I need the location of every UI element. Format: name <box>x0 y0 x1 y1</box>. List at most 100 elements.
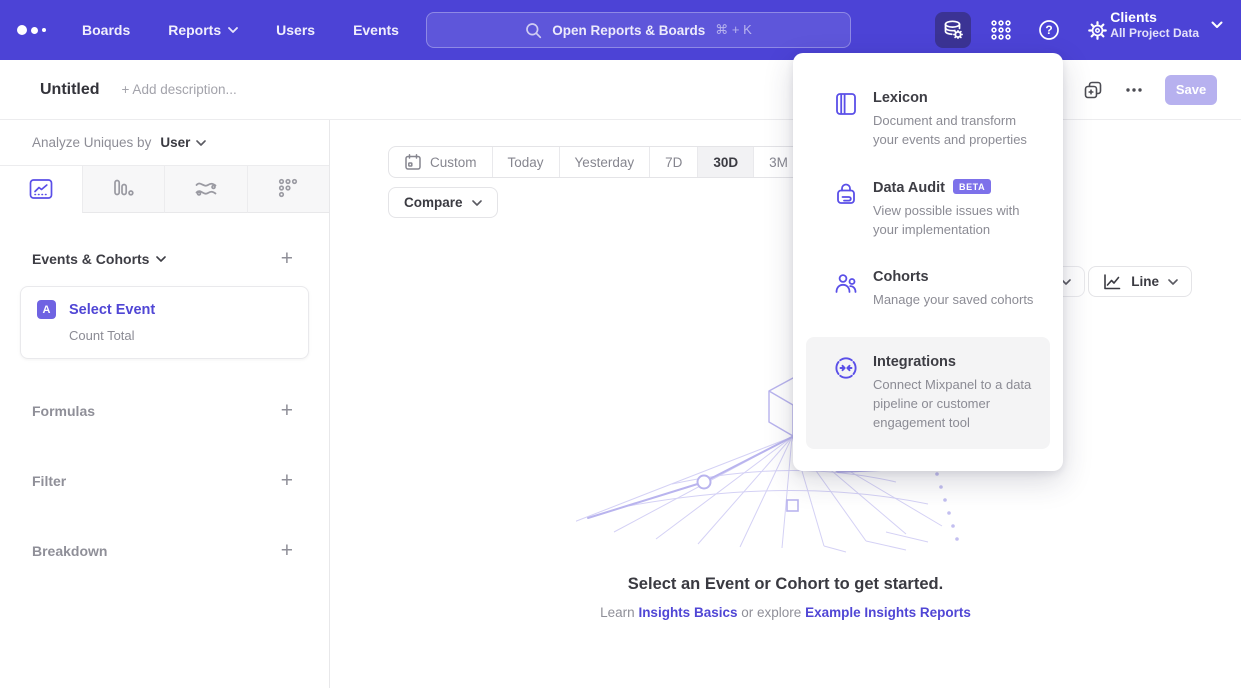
menu-item-lexicon[interactable]: Lexicon Document and transform your even… <box>793 87 1063 150</box>
report-actions: Save <box>1083 75 1217 105</box>
line-chart-icon <box>1102 273 1122 291</box>
data-audit-description: View possible issues with your implement… <box>873 202 1037 240</box>
add-event-button[interactable]: + <box>281 248 293 269</box>
data-management-dropdown: Lexicon Document and transform your even… <box>793 53 1063 471</box>
project-name: All Project Data <box>1110 26 1199 42</box>
duplicate-report-button[interactable] <box>1083 80 1103 100</box>
insights-basics-link[interactable]: Insights Basics <box>638 605 737 620</box>
org-name: Clients <box>1110 8 1199 26</box>
nav-boards-label: Boards <box>82 22 130 38</box>
nav-users-label: Users <box>276 22 315 38</box>
breakdown-label: Breakdown <box>32 543 107 559</box>
data-management-button[interactable] <box>935 12 971 48</box>
compare-button[interactable]: Compare <box>388 187 498 218</box>
data-audit-icon <box>833 179 859 240</box>
add-description-field[interactable]: + Add description... <box>122 82 237 97</box>
search-icon <box>525 22 542 39</box>
filter-label: Filter <box>32 473 66 489</box>
nav-events[interactable]: Events <box>353 22 399 38</box>
chevron-down-icon <box>1168 279 1178 285</box>
events-cohorts-header[interactable]: Events & Cohorts + <box>0 248 329 269</box>
help-button[interactable]: ? <box>1031 12 1067 48</box>
nav-reports-label: Reports <box>168 22 221 38</box>
flow-tab-icon <box>193 177 219 201</box>
menu-item-integrations[interactable]: Integrations Connect Mixpanel to a data … <box>806 337 1050 449</box>
nav-reports[interactable]: Reports <box>168 22 238 38</box>
analyze-label: Analyze Uniques by <box>32 135 151 150</box>
project-selector[interactable]: Clients All Project Data <box>1110 8 1223 42</box>
or-explore-text: or explore <box>741 605 801 620</box>
count-total-selector[interactable]: Count Total <box>69 328 292 343</box>
gear-icon <box>1086 19 1109 42</box>
database-gear-icon <box>941 18 965 42</box>
cohorts-title: Cohorts <box>873 269 929 285</box>
nav-events-label: Events <box>353 22 399 38</box>
integrations-icon <box>833 353 859 433</box>
data-audit-title: Data Audit <box>873 180 945 196</box>
visualization-tabs <box>0 166 329 213</box>
nav-boards[interactable]: Boards <box>82 22 130 38</box>
search-placeholder: Open Reports & Boards <box>552 23 705 38</box>
lexicon-icon <box>833 89 859 150</box>
date-range-yesterday[interactable]: Yesterday <box>559 147 650 177</box>
add-formula-button[interactable]: + <box>281 400 293 421</box>
breakdown-section: Breakdown + <box>0 532 329 569</box>
filter-section: Filter + <box>0 462 329 499</box>
date-range-yesterday-label: Yesterday <box>575 155 635 170</box>
main-nav: Boards Reports Users Events <box>82 22 399 38</box>
add-filter-button[interactable]: + <box>281 470 293 491</box>
event-card[interactable]: A Select Event Count Total <box>20 286 309 359</box>
events-cohorts-label: Events & Cohorts <box>32 251 149 267</box>
report-title[interactable]: Untitled <box>40 81 100 99</box>
formulas-label: Formulas <box>32 403 95 419</box>
bar-chart-tab-icon <box>111 177 135 201</box>
formulas-section: Formulas + <box>0 392 329 429</box>
metric-tab-icon <box>276 177 300 201</box>
grid-icon <box>990 19 1012 41</box>
date-range-7d[interactable]: 7D <box>649 147 697 177</box>
tab-bar-chart[interactable] <box>82 166 165 213</box>
top-navigation-bar: Boards Reports Users Events Open Reports… <box>0 0 1241 60</box>
date-toolbar: Custom Today Yesterday 7D 30D 3M 6M Comp… <box>330 120 1241 218</box>
chevron-down-icon <box>1211 21 1223 29</box>
calendar-icon <box>404 153 422 171</box>
search-shortcut: ⌘ + K <box>715 22 752 38</box>
analyze-uniques-selector[interactable]: Analyze Uniques by User <box>0 120 329 166</box>
tab-flow[interactable] <box>164 166 247 213</box>
date-range-custom-label: Custom <box>430 155 477 170</box>
chevron-down-icon <box>472 200 482 206</box>
analyze-value: User <box>160 135 190 150</box>
date-range-today[interactable]: Today <box>492 147 559 177</box>
chevron-down-icon <box>156 256 166 262</box>
global-search-input[interactable]: Open Reports & Boards ⌘ + K <box>426 12 851 48</box>
date-range-3m-label: 3M <box>769 155 788 170</box>
beta-badge: BETA <box>953 179 991 194</box>
date-range-custom[interactable]: Custom <box>389 147 492 177</box>
apps-grid-button[interactable] <box>983 12 1019 48</box>
mixpanel-logo-icon[interactable] <box>0 25 62 35</box>
chart-type-selector[interactable]: Line <box>1088 266 1192 297</box>
tab-metric[interactable] <box>247 166 330 213</box>
compare-label: Compare <box>404 195 463 210</box>
line-chart-tab-icon <box>28 177 54 201</box>
cohorts-description: Manage your saved cohorts <box>873 291 1033 310</box>
chevron-down-icon <box>196 140 206 146</box>
learn-prefix: Learn <box>600 605 635 620</box>
help-question-glyph: ? <box>1045 23 1052 37</box>
empty-state-heading: Select an Event or Cohort to get started… <box>628 575 943 594</box>
integrations-title: Integrations <box>873 354 956 370</box>
select-event-button[interactable]: Select Event <box>69 302 155 318</box>
nav-users[interactable]: Users <box>276 22 315 38</box>
example-insights-reports-link[interactable]: Example Insights Reports <box>805 605 971 620</box>
empty-state-links: Learn Insights Basics or explore Example… <box>600 605 971 620</box>
more-options-button[interactable] <box>1125 87 1143 93</box>
lexicon-title: Lexicon <box>873 90 928 106</box>
date-range-30d[interactable]: 30D <box>697 147 753 177</box>
topbar-icon-group: ? <box>935 12 1115 48</box>
menu-item-data-audit[interactable]: Data Audit BETA View possible issues with… <box>793 177 1063 240</box>
menu-item-cohorts[interactable]: Cohorts Manage your saved cohorts <box>793 266 1063 310</box>
save-button[interactable]: Save <box>1165 75 1217 105</box>
tab-insights-line[interactable] <box>0 166 82 213</box>
add-breakdown-button[interactable]: + <box>281 540 293 561</box>
integrations-description: Connect Mixpanel to a data pipeline or c… <box>873 376 1037 433</box>
